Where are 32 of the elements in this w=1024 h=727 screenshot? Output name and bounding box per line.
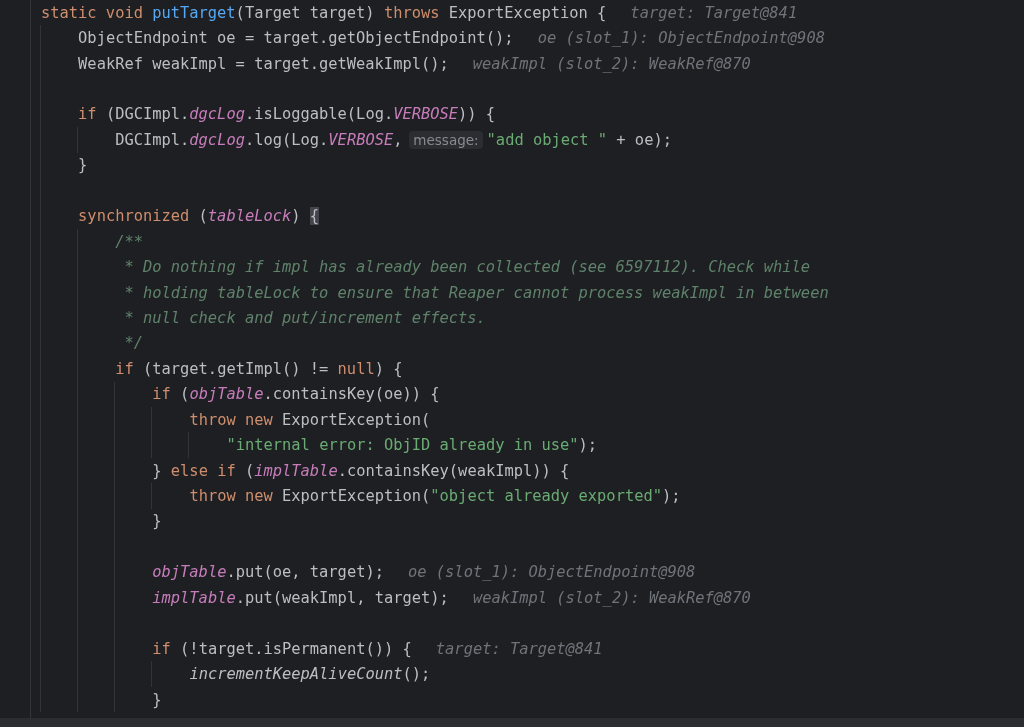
code-text: incrementKeepAliveCount(); <box>188 665 431 684</box>
code-text: synchronized (tableLock) { <box>77 207 320 226</box>
code-text: "internal error: ObjID already in use"); <box>225 436 598 455</box>
code-text: "add object " + oe); <box>485 130 672 149</box>
inline-value-hint: weakImpl (slot_2): WeakRef@870 <box>472 588 751 607</box>
code-text: /** <box>114 232 143 251</box>
code-text: * null check and put/increment effects. <box>123 308 486 327</box>
code-text: DGCImpl.dgcLog.log(Log.VERBOSE, <box>114 130 403 149</box>
code-text: if (objTable.containsKey(oe)) { <box>151 385 440 404</box>
code-text: * holding tableLock to ensure that Reaper cannot process weakImpl in between <box>123 283 829 302</box>
code-text: static void putTarget(Target target) throws ExportException { <box>40 3 607 22</box>
code-text: if (!target.isPermanent()) { <box>151 639 412 658</box>
code-text: if (DGCImpl.dgcLog.isLoggable(Log.VERBOSE)) { <box>77 105 496 124</box>
inline-value-hint: oe (slot_1): ObjectEndpoint@908 <box>537 29 825 48</box>
inline-value-hint: target: Target@841 <box>435 639 603 658</box>
code-text: throw new ExportException("object already exported"); <box>188 487 681 506</box>
code-text: * Do nothing if impl has already been collected (see 6597112). Check while <box>123 258 811 277</box>
code-text: throw new ExportException( <box>188 410 431 429</box>
code-text: WeakRef weakImpl = target.getWeakImpl(); <box>77 54 449 73</box>
code-text: implTable.put(weakImpl, target); <box>151 588 449 607</box>
code-text: } <box>77 156 88 175</box>
code-text: if (target.getImpl() != null) { <box>114 359 403 378</box>
inline-value-hint: weakImpl (slot_2): WeakRef@870 <box>472 54 751 73</box>
code-text: } else if (implTable.containsKey(weakImpl)) { <box>151 461 570 480</box>
code-text: */ <box>123 334 143 353</box>
inline-value-hint: oe (slot_1): ObjectEndpoint@908 <box>408 563 696 582</box>
code-text: } <box>151 690 162 709</box>
parameter-hint: message: <box>409 130 483 149</box>
code-text: } <box>151 512 162 531</box>
inline-value-hint: target: Target@841 <box>630 3 798 22</box>
code-text: ObjectEndpoint oe = target.getObjectEndpoint(); <box>77 29 514 48</box>
code-text: objTable.put(oe, target); <box>151 563 384 582</box>
